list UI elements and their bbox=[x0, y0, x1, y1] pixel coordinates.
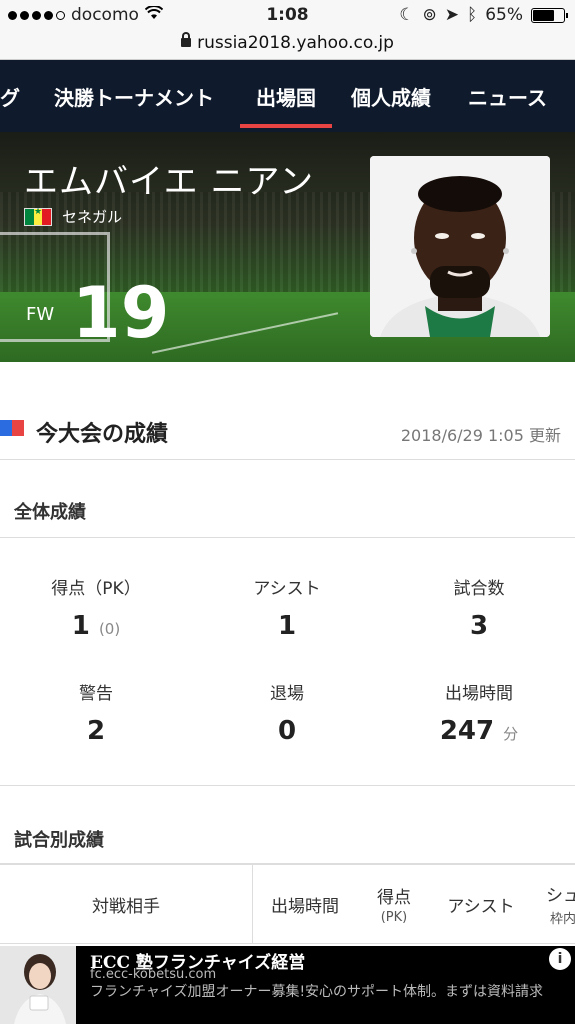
stat-minutes: 出場時間 247 分 bbox=[383, 679, 575, 746]
stat-value: 1 (0) bbox=[71, 611, 121, 641]
rotation-lock-icon: ⊚ bbox=[422, 5, 437, 25]
main-nav: グ 決勝トーナメント 出場国 個人成績 ニュース bbox=[0, 60, 575, 132]
status-right: ☾ ⊚ ➤ ᛒ 65% bbox=[399, 5, 568, 25]
address-bar[interactable]: russia2018.yahoo.co.jp bbox=[0, 30, 575, 60]
column-divider bbox=[252, 865, 253, 943]
per-match-title: 試合別成績 bbox=[14, 830, 104, 851]
stat-label: アシスト bbox=[253, 579, 321, 599]
stat-label: 出場時間 bbox=[445, 684, 513, 704]
section-title: 今大会の成績 bbox=[36, 422, 169, 447]
overall-stats-grid: 得点（PK） 1 (0) アシスト 1 試合数 3 警告 2 退場 0 出場時間… bbox=[0, 538, 575, 786]
ad-image bbox=[0, 946, 76, 1024]
per-match-header: 試合別成績 bbox=[0, 786, 575, 864]
section-marker-icon bbox=[0, 420, 24, 436]
battery-percent: 65% bbox=[485, 5, 523, 25]
ad-info-icon[interactable]: i bbox=[549, 948, 571, 970]
player-position: FW bbox=[26, 304, 55, 325]
column-minutes: 出場時間 bbox=[271, 896, 339, 917]
column-opponent: 対戦相手 bbox=[92, 896, 160, 917]
stat-label: 警告 bbox=[79, 684, 113, 704]
stat-value: 3 bbox=[469, 611, 489, 641]
stat-matches: 試合数 3 bbox=[383, 574, 575, 641]
senegal-flag-icon bbox=[24, 207, 52, 226]
ad-description[interactable]: フランチャイズ加盟オーナー募集!安心のサポート体制。まずは資料請求 bbox=[90, 984, 560, 1001]
column-shots: シュ 枠内 bbox=[546, 886, 575, 927]
player-name: エムバイエ ニアン bbox=[24, 162, 315, 202]
bluetooth-icon: ᛒ bbox=[467, 5, 478, 25]
moon-icon: ☾ bbox=[399, 5, 415, 25]
tab-countries[interactable]: 出場国 bbox=[240, 82, 332, 128]
stat-goals: 得点（PK） 1 (0) bbox=[0, 574, 192, 641]
stat-red-cards: 退場 0 bbox=[191, 679, 383, 746]
url-text: russia2018.yahoo.co.jp bbox=[197, 33, 394, 53]
overall-stats-header: 全体成績 bbox=[0, 460, 575, 538]
battery-icon bbox=[531, 7, 568, 23]
country-label: セネガル bbox=[62, 208, 123, 226]
tab-knockout[interactable]: 決勝トーナメント bbox=[54, 82, 214, 111]
stat-value: 2 bbox=[86, 716, 106, 746]
section-header: 今大会の成績 2018/6/29 1:05 更新 bbox=[0, 400, 575, 460]
stat-label: 退場 bbox=[270, 684, 304, 704]
column-assist: アシスト bbox=[447, 896, 515, 917]
tab-news[interactable]: ニュース bbox=[468, 82, 547, 111]
stat-value: 0 bbox=[277, 716, 297, 746]
player-photo bbox=[370, 156, 550, 337]
stat-value: 247 分 bbox=[439, 716, 519, 746]
player-number: 19 bbox=[72, 272, 170, 354]
stat-label: 試合数 bbox=[453, 579, 505, 599]
ad-banner[interactable]: ECC 塾フランチャイズ経営 fc.ecc-kobetsu.com フランチャイ… bbox=[0, 946, 575, 1024]
stat-yellow-cards: 警告 2 bbox=[0, 679, 192, 746]
overall-stats-title: 全体成績 bbox=[14, 502, 86, 523]
stat-assists: アシスト 1 bbox=[191, 574, 383, 641]
location-icon: ➤ bbox=[444, 5, 459, 25]
column-goals: 得点 (PK) bbox=[377, 888, 411, 925]
tab-league[interactable]: グ bbox=[0, 82, 20, 111]
stat-value: 1 bbox=[277, 611, 297, 641]
status-bar: docomo 1:08 ☾ ⊚ ➤ ᛒ 65% bbox=[0, 0, 575, 30]
per-match-table-header: 対戦相手 出場時間 得点 (PK) アシスト シュ 枠内 bbox=[0, 864, 575, 944]
lock-icon bbox=[181, 31, 192, 47]
ad-url[interactable]: fc.ecc-kobetsu.com bbox=[90, 967, 216, 982]
player-country[interactable]: セネガル bbox=[24, 206, 122, 227]
tab-individual-stats[interactable]: 個人成績 bbox=[351, 82, 431, 111]
stat-label: 得点（PK） bbox=[51, 579, 141, 599]
player-hero: エムバイエ ニアン セネガル FW 19 bbox=[0, 132, 575, 362]
updated-timestamp: 2018/6/29 1:05 更新 bbox=[400, 426, 561, 445]
